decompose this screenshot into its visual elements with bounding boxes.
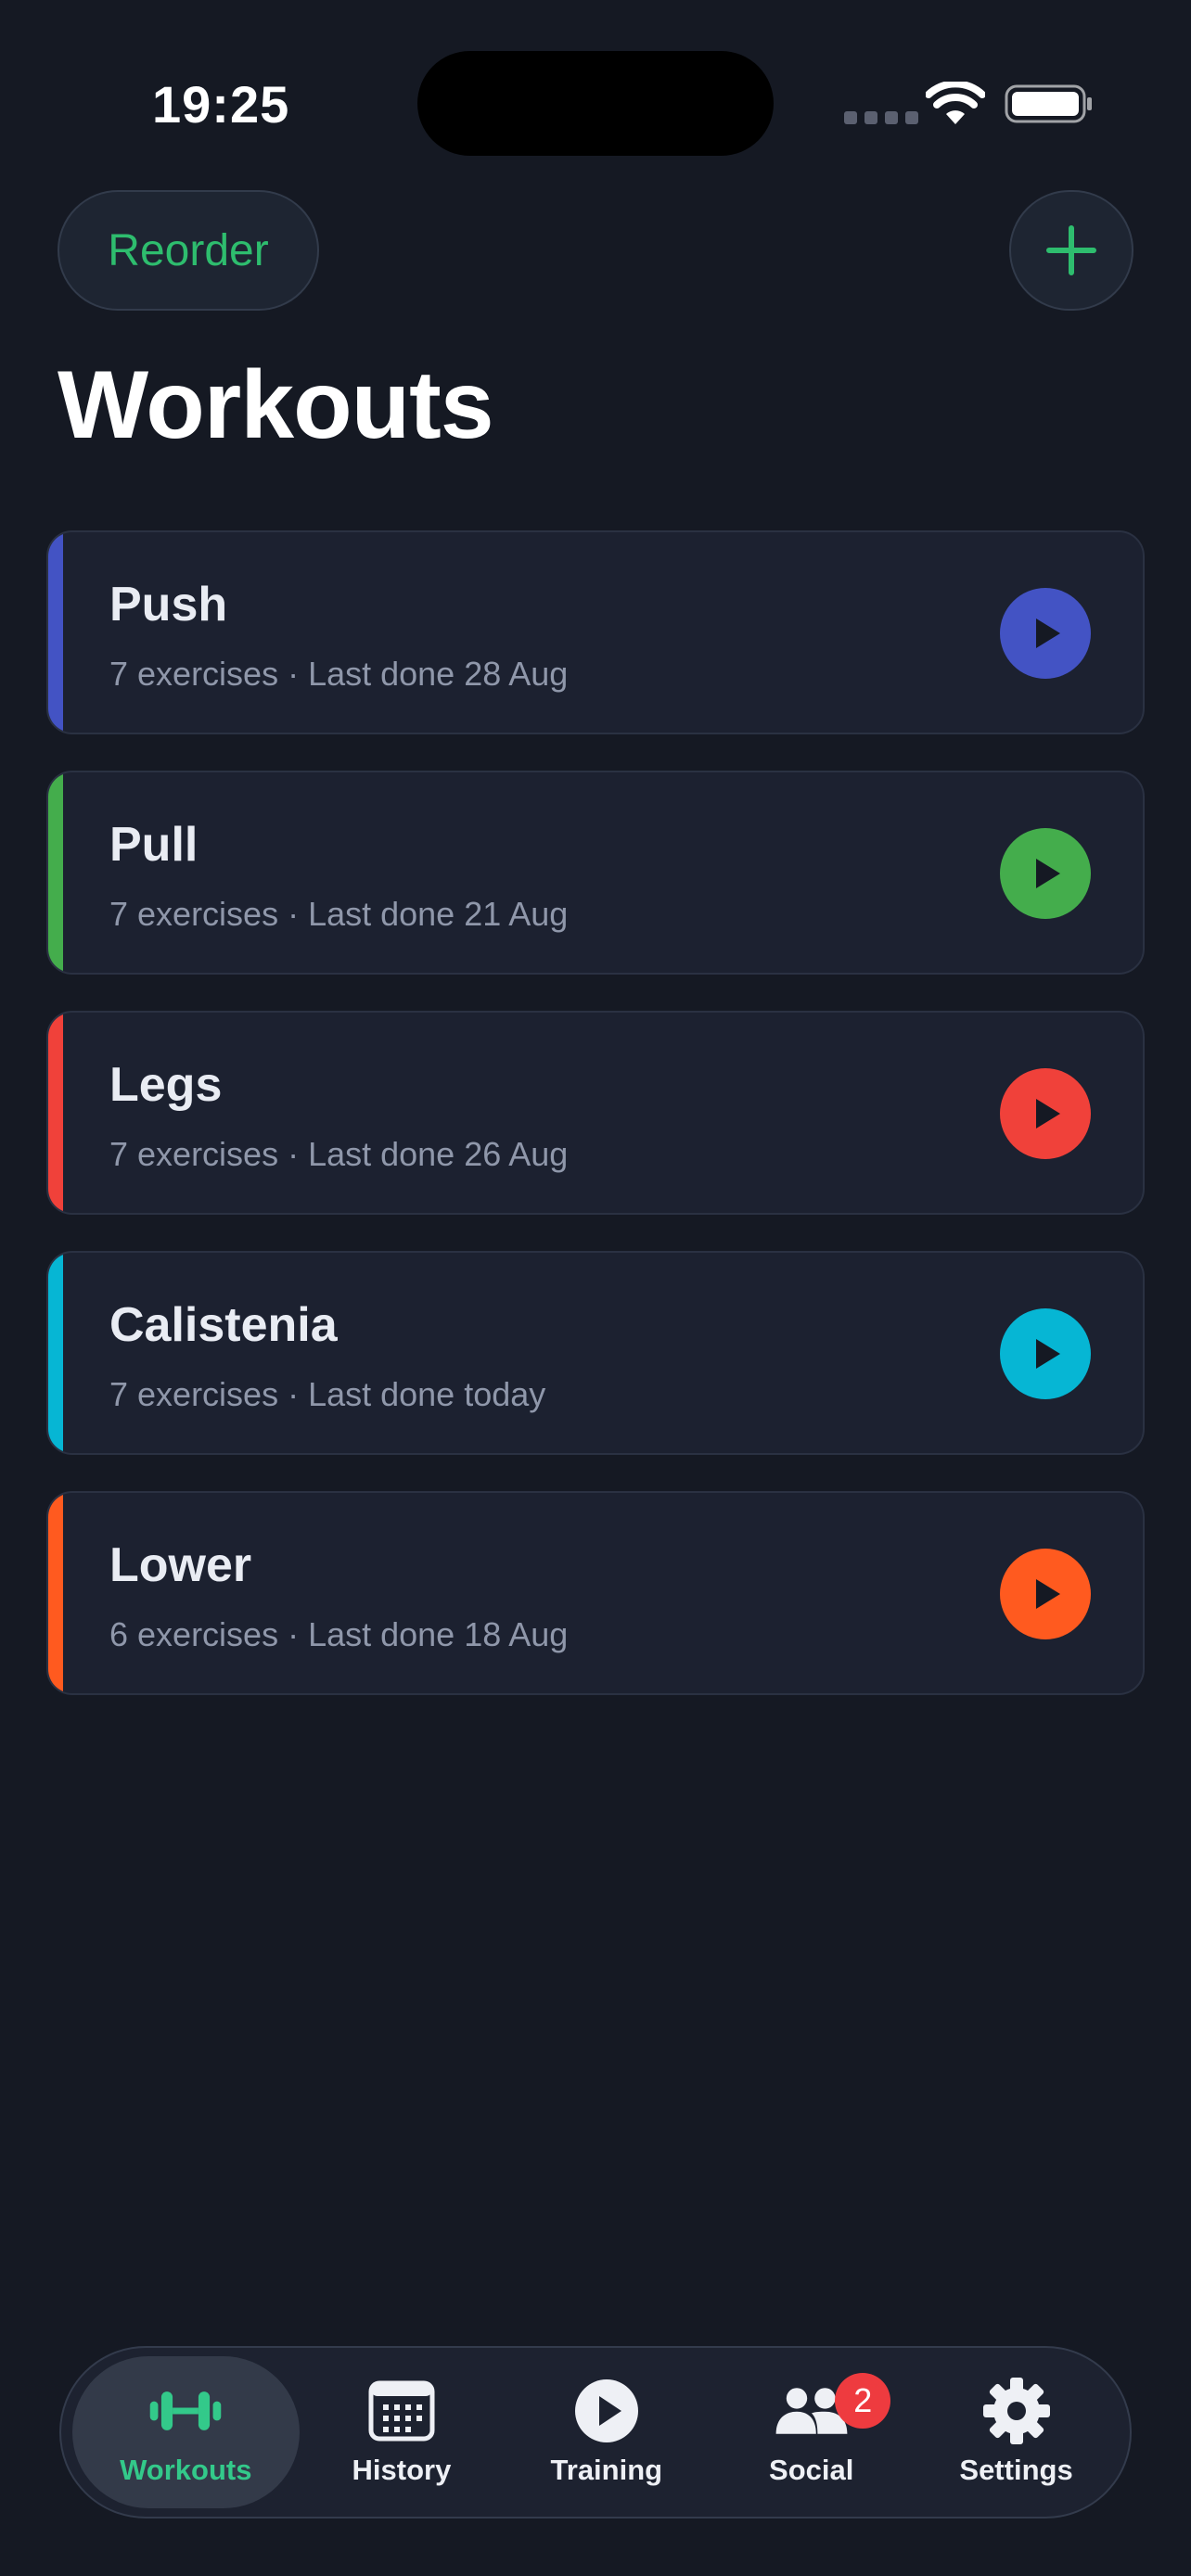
tab-social[interactable]: Social 2 <box>709 2356 914 2508</box>
plus-icon <box>1046 225 1096 275</box>
play-icon <box>1036 1099 1060 1129</box>
workout-meta: 7 exercises · Last done today <box>109 1375 546 1413</box>
workout-name: Legs <box>109 1058 223 1112</box>
start-workout-button[interactable] <box>1000 1549 1091 1639</box>
workout-meta: 7 exercises · Last done 21 Aug <box>109 895 569 933</box>
notification-badge: 2 <box>835 2373 891 2429</box>
workout-card-calistenia[interactable]: Calistenia 7 exercises · Last done today <box>46 1251 1145 1455</box>
add-workout-button[interactable] <box>1009 190 1133 311</box>
battery-icon <box>1005 84 1092 123</box>
card-accent <box>48 772 63 973</box>
dumbbell-icon <box>150 2391 222 2430</box>
workout-name: Calistenia <box>109 1298 338 1352</box>
dynamic-island <box>417 51 774 156</box>
start-workout-button[interactable] <box>1000 828 1091 919</box>
workout-name: Push <box>109 578 228 631</box>
workout-meta: 7 exercises · Last done 28 Aug <box>109 655 569 693</box>
tab-workouts[interactable]: Workouts <box>72 2356 300 2508</box>
play-icon <box>1036 859 1060 888</box>
workout-card-legs[interactable]: Legs 7 exercises · Last done 26 Aug <box>46 1011 1145 1215</box>
tab-history[interactable]: History <box>300 2356 505 2508</box>
tab-label: Workouts <box>120 2454 252 2486</box>
tab-bar: Workouts History Training Social 2 Setti… <box>59 2346 1132 2519</box>
start-workout-button[interactable] <box>1000 1068 1091 1159</box>
play-circle-icon <box>574 2379 638 2442</box>
screen: 19:25 Reorder Workouts Push 7 exercises … <box>0 0 1191 2576</box>
start-workout-button[interactable] <box>1000 1308 1091 1399</box>
card-accent <box>48 1013 63 1213</box>
tab-label: History <box>352 2454 452 2486</box>
play-icon <box>1036 618 1060 648</box>
card-accent <box>48 532 63 733</box>
workout-card-pull[interactable]: Pull 7 exercises · Last done 21 Aug <box>46 771 1145 975</box>
workout-card-lower[interactable]: Lower 6 exercises · Last done 18 Aug <box>46 1491 1145 1695</box>
play-icon <box>1036 1339 1060 1369</box>
wifi-icon <box>926 82 985 124</box>
play-icon <box>1036 1579 1060 1609</box>
workout-name: Pull <box>109 818 198 872</box>
tab-label: Training <box>550 2454 663 2486</box>
tab-settings[interactable]: Settings <box>914 2356 1119 2508</box>
tab-label: Settings <box>959 2454 1073 2486</box>
workout-name: Lower <box>109 1538 252 1592</box>
page-title: Workouts <box>58 351 494 459</box>
workout-card-push[interactable]: Push 7 exercises · Last done 28 Aug <box>46 530 1145 734</box>
card-accent <box>48 1253 63 1453</box>
workout-meta: 7 exercises · Last done 26 Aug <box>109 1135 569 1173</box>
start-workout-button[interactable] <box>1000 588 1091 679</box>
workout-meta: 6 exercises · Last done 18 Aug <box>109 1615 569 1653</box>
gear-icon <box>982 2378 1050 2444</box>
workout-list: Push 7 exercises · Last done 28 Aug Pull… <box>46 530 1145 1731</box>
card-accent <box>48 1493 63 1693</box>
calendar-icon <box>368 2380 435 2442</box>
cellular-signal-icon <box>844 111 918 124</box>
tab-label: Social <box>769 2454 854 2486</box>
tab-training[interactable]: Training <box>504 2356 709 2508</box>
reorder-button[interactable]: Reorder <box>58 190 319 311</box>
status-time: 19:25 <box>152 75 290 134</box>
